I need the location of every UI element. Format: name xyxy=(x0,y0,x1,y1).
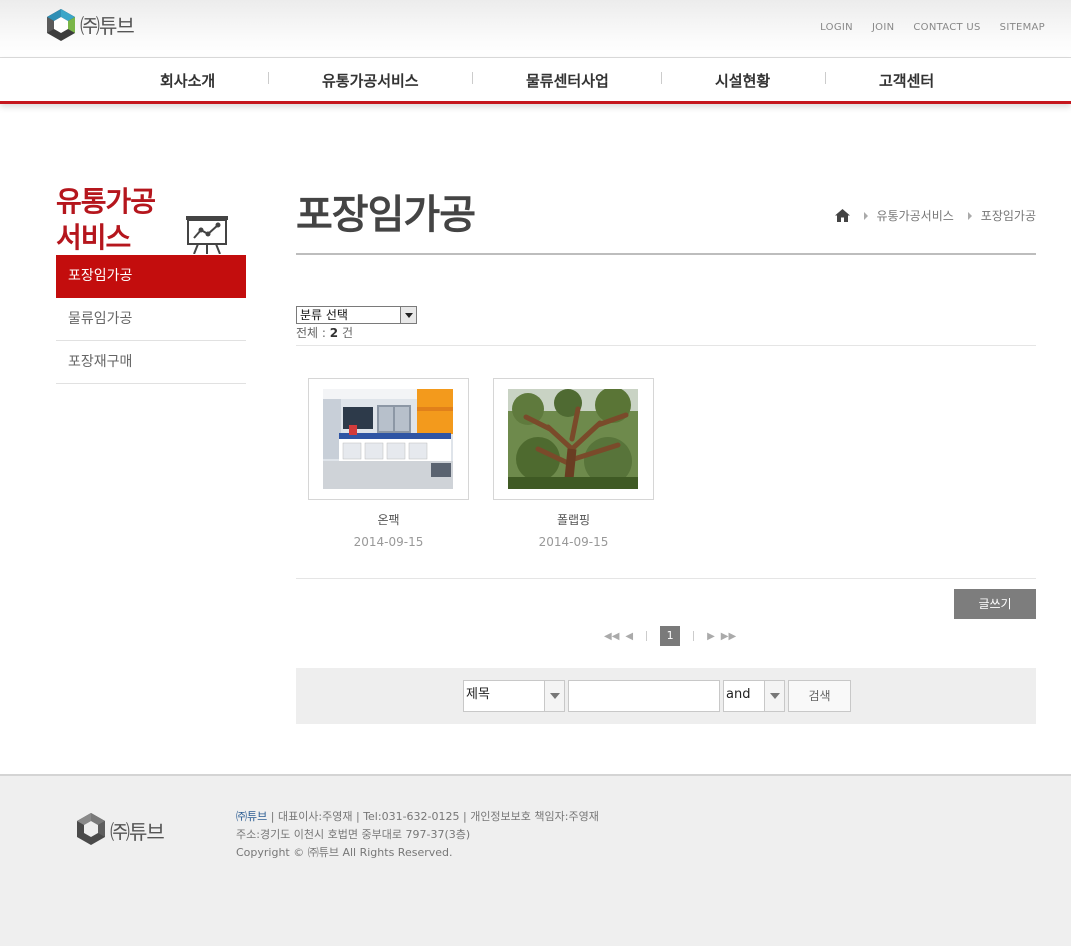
header: ㈜튜브 LOGIN JOIN CONTACT US SITEMAP xyxy=(0,0,1071,58)
nav-item-facilities[interactable]: 시설현황 xyxy=(715,70,770,91)
list-divider xyxy=(296,345,1036,346)
presentation-board-icon xyxy=(186,216,228,254)
title-divider xyxy=(296,253,1036,255)
write-button[interactable]: 글쓰기 xyxy=(954,589,1036,619)
breadcrumb-arrow-icon xyxy=(863,211,868,220)
next-page-icon[interactable]: ▶ xyxy=(707,631,715,642)
utility-nav: LOGIN JOIN CONTACT US SITEMAP xyxy=(820,22,1045,33)
breadcrumb-item[interactable]: 포장임가공 xyxy=(981,207,1036,224)
nav-divider xyxy=(472,72,473,84)
side-item-packaging-purchase[interactable]: 포장재구매 xyxy=(56,341,246,384)
thumbnail-frame[interactable] xyxy=(308,378,469,500)
pagination: ◀◀ ◀ 1 ▶ ▶▶ xyxy=(604,626,736,646)
prev-page-icon[interactable]: ◀ xyxy=(625,631,633,642)
side-title: 유통가공 서비스 xyxy=(56,185,156,254)
item-title[interactable]: 온팩 xyxy=(308,511,469,528)
nav-item-customer-center[interactable]: 고객센터 xyxy=(879,70,934,91)
pine-tree-image xyxy=(508,387,638,492)
sitemap-link[interactable]: SITEMAP xyxy=(1000,22,1045,33)
logo-text: ㈜튜브 xyxy=(80,14,135,38)
login-link[interactable]: LOGIN xyxy=(820,22,853,33)
gallery-item[interactable]: 온팩 2014-09-15 xyxy=(308,378,469,549)
nav-divider xyxy=(825,72,826,84)
list-divider xyxy=(296,578,1036,579)
nav-divider xyxy=(268,72,269,84)
breadcrumb-item[interactable]: 유통가공서비스 xyxy=(877,207,954,224)
main-nav: 회사소개 유통가공서비스 물류센터사업 시설현황 고객센터 xyxy=(0,58,1071,104)
lab-room-image xyxy=(323,389,453,489)
search-logic-select[interactable]: and xyxy=(723,680,785,712)
footer-info: ㈜튜브 | 대표이사:주영재 | Tel:031-632-0125 | 개인정보… xyxy=(236,810,599,859)
logo-hexagon-icon xyxy=(77,813,105,845)
pager-divider xyxy=(693,631,695,641)
nav-item-distribution-service[interactable]: 유통가공서비스 xyxy=(322,70,419,91)
footer-logo: ㈜튜브 xyxy=(75,812,165,846)
thumbnail-frame[interactable] xyxy=(493,378,654,500)
footer-logo-text: ㈜튜브 xyxy=(110,819,165,844)
category-select[interactable]: 분류 선택 xyxy=(296,306,417,324)
item-title[interactable]: 폴랩핑 xyxy=(493,511,654,528)
footer: ㈜튜브 ㈜튜브 | 대표이사:주영재 | Tel:031-632-0125 | … xyxy=(0,774,1071,946)
page-title: 포장임가공 xyxy=(296,192,476,238)
search-field-select[interactable]: 제목 xyxy=(463,680,565,712)
home-icon[interactable] xyxy=(834,209,850,222)
search-button[interactable]: 검색 xyxy=(788,680,851,712)
item-date: 2014-09-15 xyxy=(353,535,424,549)
chevron-down-icon[interactable] xyxy=(544,681,564,711)
nav-item-logistics-center[interactable]: 물류센터사업 xyxy=(526,70,609,91)
nav-item-company[interactable]: 회사소개 xyxy=(160,70,215,91)
breadcrumb-arrow-icon xyxy=(967,211,972,220)
chevron-down-icon[interactable] xyxy=(400,307,416,323)
search-area: 제목 and 검색 xyxy=(296,668,1036,724)
last-page-icon[interactable]: ▶▶ xyxy=(721,631,736,642)
first-page-icon[interactable]: ◀◀ xyxy=(604,631,619,642)
total-count: 전체 : 2 건 xyxy=(296,326,353,340)
breadcrumb: 유통가공서비스 포장임가공 xyxy=(834,207,1036,224)
item-date: 2014-09-15 xyxy=(538,535,609,549)
site-logo[interactable]: ㈜튜브 xyxy=(45,8,135,42)
search-input[interactable] xyxy=(568,680,720,712)
logo-hexagon-icon xyxy=(47,9,75,41)
nav-divider xyxy=(661,72,662,84)
pager-divider xyxy=(646,631,648,641)
gallery-item[interactable]: 폴랩핑 2014-09-15 xyxy=(493,378,654,549)
join-link[interactable]: JOIN xyxy=(872,22,894,33)
side-item-packaging-processing[interactable]: 포장임가공 xyxy=(56,255,246,298)
side-item-logistics-processing[interactable]: 물류임가공 xyxy=(56,298,246,341)
contact-us-link[interactable]: CONTACT US xyxy=(913,22,980,33)
chevron-down-icon[interactable] xyxy=(764,681,784,711)
page-number[interactable]: 1 xyxy=(660,626,681,646)
side-menu: 포장임가공 물류임가공 포장재구매 xyxy=(56,255,246,384)
